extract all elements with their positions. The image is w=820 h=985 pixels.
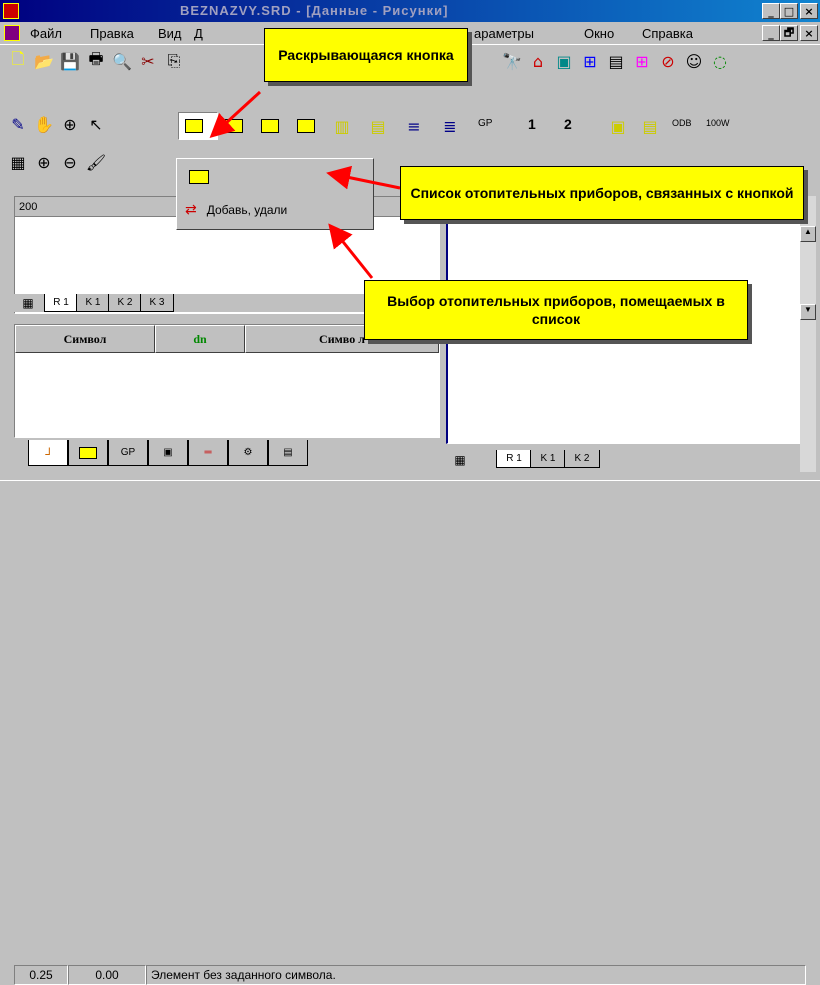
arrow-to-list (326, 165, 401, 190)
status-message-text: Элемент без заданного символа. (151, 968, 336, 982)
callout-dropdown-button: Раскрывающаяся кнопка (264, 28, 468, 82)
arrow-to-button (209, 90, 262, 139)
status-x-value: 0.25 (29, 968, 53, 982)
status-y: 0.00 (68, 965, 146, 985)
callout-list-description: Список отопительных приборов, связанных … (400, 166, 804, 220)
status-bar: 0.25 0.00 Элемент без заданного символа. (0, 480, 820, 985)
callout-select-description: Выбор отопительных приборов, помещаемых … (364, 280, 748, 340)
status-x: 0.25 (14, 965, 68, 985)
arrow-to-add (328, 223, 374, 279)
status-message: Элемент без заданного символа. (146, 965, 806, 985)
status-y-value: 0.00 (95, 968, 119, 982)
